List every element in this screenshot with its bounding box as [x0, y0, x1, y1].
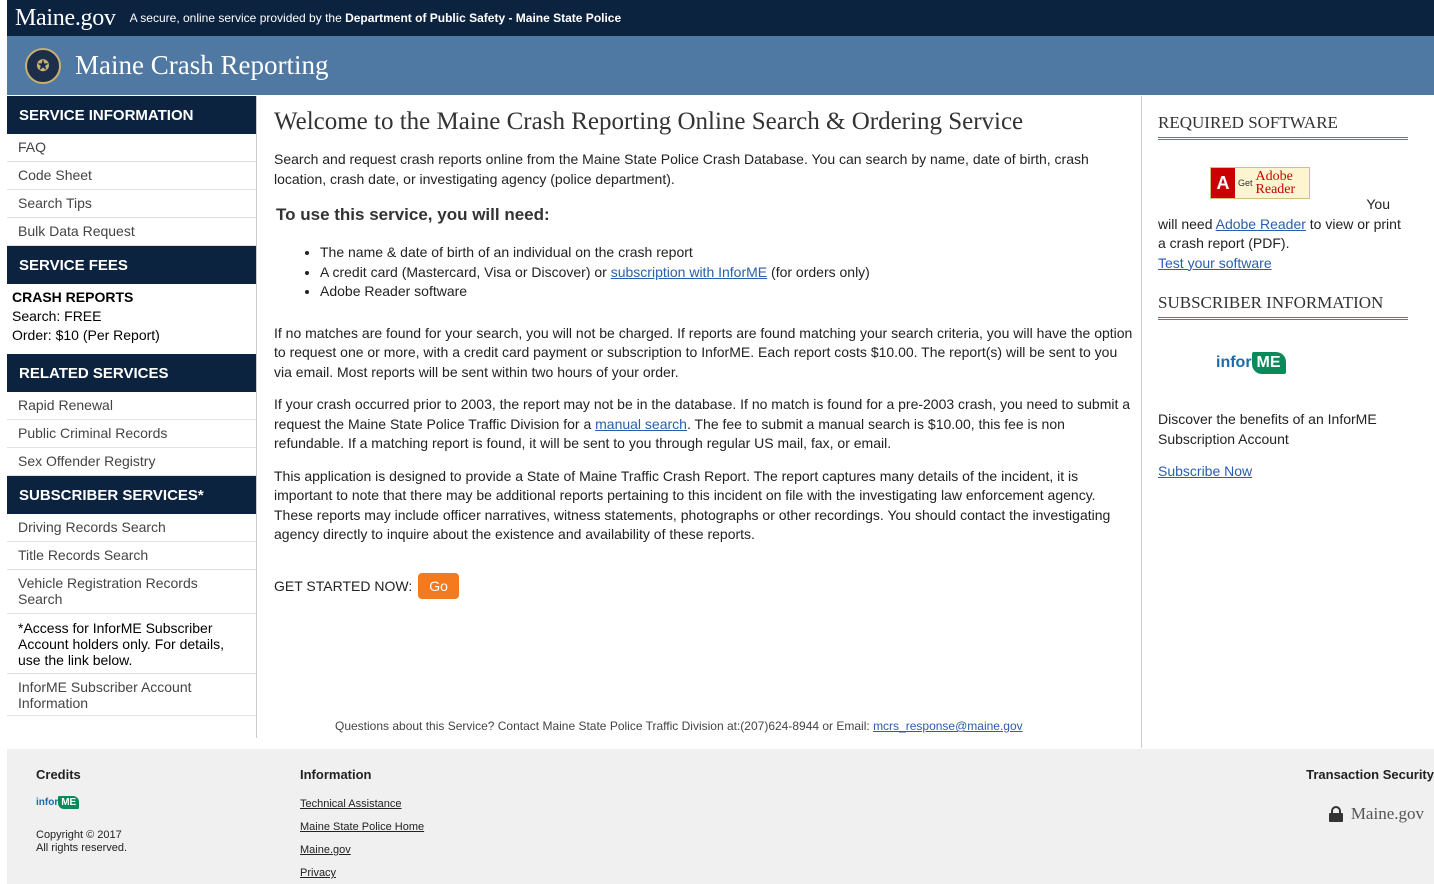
tagline-department: Department of Public Safety - Maine Stat… [345, 11, 622, 25]
requirements-list: The name & date of birth of an individua… [320, 243, 1134, 302]
service-fees-box: CRASH REPORTS Search: FREE Order: $10 (P… [7, 284, 256, 354]
left-sidebar: SERVICE INFORMATION FAQ Code Sheet Searc… [7, 96, 257, 738]
informe-logo[interactable]: infor ME [1216, 352, 1408, 374]
sidebar-item-sex-offender-registry[interactable]: Sex Offender Registry [7, 448, 256, 476]
page-footer: Credits infor ME Copyright © 2017 All rig… [7, 749, 1434, 884]
requirement-text: A credit card (Mastercard, Visa or Disco… [320, 263, 607, 280]
page-title: Welcome to the Maine Crash Reporting Onl… [274, 108, 1024, 135]
sidebar-item-code-sheet[interactable]: Code Sheet [7, 162, 256, 190]
footer-informe-me: ME [58, 796, 80, 809]
adobe-name-line2: Reader [1255, 182, 1296, 197]
adobe-requirement-text: You will need Adobe Reader to view or pr… [1158, 195, 1408, 273]
sidebar-item-vehicle-registration-records-search[interactable]: Vehicle Registration Records Search [7, 570, 256, 614]
intro-paragraph: Search and request crash reports online … [274, 151, 1089, 187]
copyright-line: Copyright © 2017 [36, 829, 122, 841]
sidebar-item-bulk-data-request[interactable]: Bulk Data Request [7, 218, 256, 246]
footer-link-maine-gov[interactable]: Maine.gov [300, 843, 424, 857]
informe-logo-inf: infor [1216, 354, 1252, 371]
sidebar-heading-service-fees: SERVICE FEES [7, 246, 256, 284]
state-police-seal-icon: ✪ [25, 47, 61, 84]
fees-label: CRASH REPORTS [12, 289, 134, 305]
adobe-logo-icon: A [1211, 168, 1235, 198]
top-bar: Maine.gov A secure, online service provi… [7, 0, 1434, 36]
footer-credits: Credits infor ME Copyright © 2017 All rig… [36, 767, 127, 855]
go-button[interactable]: Go [418, 572, 459, 599]
credits-heading: Credits [36, 767, 81, 782]
information-heading: Information [300, 767, 372, 782]
pre-2003-paragraph: If your crash occurred prior to 2003, th… [274, 395, 1134, 454]
sidebar-item-faq[interactable]: FAQ [7, 134, 256, 162]
adobe-reader-link[interactable]: Adobe Reader [1216, 216, 1306, 232]
get-started-row: GET STARTED NOW: Go [274, 572, 1134, 599]
security-badge[interactable]: Maine.gov [1306, 804, 1434, 824]
transaction-security-heading: Transaction Security [1306, 767, 1434, 782]
requirement-item: The name & date of birth of an individua… [320, 243, 1134, 263]
manual-search-link[interactable]: manual search [595, 416, 687, 432]
tagline-prefix: A secure, online service provided by the [129, 11, 342, 25]
footer-link-msp-home[interactable]: Maine State Police Home [300, 820, 424, 834]
footer-security: Transaction Security Maine.gov [1306, 767, 1434, 824]
rights-line: All rights reserved. [36, 842, 128, 854]
footer-link-privacy[interactable]: Privacy [300, 866, 424, 880]
test-software-link[interactable]: Test your software [1158, 255, 1272, 271]
sidebar-heading-related-services: RELATED SERVICES [7, 354, 256, 392]
footer-informe-logo[interactable]: infor ME [36, 796, 127, 809]
site-banner: ✪ Maine Crash Reporting [7, 36, 1434, 95]
right-column: REQUIRED SOFTWARE A Get Adobe Reader You … [1158, 96, 1408, 479]
discover-benefits-text: Discover the benefits of an InforME Subs… [1158, 411, 1377, 447]
adobe-get-text: Get [1238, 178, 1253, 188]
site-title[interactable]: Maine Crash Reporting [75, 50, 328, 81]
footer-link-technical-assistance[interactable]: Technical Assistance [300, 797, 424, 811]
copyright-text: Copyright © 2017 All rights reserved. [36, 829, 127, 855]
contact-text: Questions about this Service? Contact Ma… [335, 719, 870, 733]
lock-icon [1328, 806, 1343, 822]
sidebar-heading-subscriber-services: SUBSCRIBER SERVICES* [7, 476, 256, 514]
fees-order: Order: $10 (Per Report) [12, 327, 160, 343]
you-text: You [1366, 196, 1390, 212]
main-content: Welcome to the Maine Crash Reporting Onl… [274, 96, 1134, 599]
requirement-item: Adobe Reader software [320, 282, 1134, 302]
need-pre: will need [1158, 215, 1213, 232]
get-started-label: GET STARTED NOW: [274, 577, 413, 594]
contact-email-link[interactable]: mcrs_response@maine.gov [873, 719, 1023, 733]
requirement-item: A credit card (Mastercard, Visa or Disco… [320, 263, 1134, 283]
informe-logo-me: ME [1251, 352, 1286, 374]
sidebar-heading-service-information: SERVICE INFORMATION [7, 96, 256, 134]
subscriber-information-heading: SUBSCRIBER INFORMATION [1158, 293, 1408, 320]
disclaimer-paragraph: This application is designed to provide … [274, 467, 1111, 543]
column-divider [1141, 96, 1142, 748]
maine-gov-logo[interactable]: Maine.gov [15, 5, 116, 32]
sidebar-item-public-criminal-records[interactable]: Public Criminal Records [7, 420, 256, 448]
adobe-reader-badge[interactable]: A Get Adobe Reader [1210, 167, 1310, 199]
sidebar-item-driving-records-search[interactable]: Driving Records Search [7, 514, 256, 542]
requirements-heading: To use this service, you will need: [276, 205, 550, 224]
required-software-heading: REQUIRED SOFTWARE [1158, 113, 1408, 140]
subscribe-now-link[interactable]: Subscribe Now [1158, 463, 1408, 479]
top-tagline: A secure, online service provided by the… [130, 11, 622, 25]
sidebar-item-search-tips[interactable]: Search Tips [7, 190, 256, 218]
footer-information: Information Technical Assistance Maine S… [300, 767, 424, 880]
informe-subscription-link[interactable]: subscription with InforME [611, 264, 767, 280]
footer-informe-inf: infor [36, 797, 59, 808]
security-maine-gov-logo: Maine.gov [1350, 804, 1424, 823]
sidebar-item-rapid-renewal[interactable]: Rapid Renewal [7, 392, 256, 420]
fees-search: Search: FREE [12, 308, 102, 324]
subscriber-note: *Access for InforME Subscriber Account h… [7, 614, 256, 674]
adobe-reader-name: Adobe Reader [1255, 170, 1296, 197]
sidebar-item-informe-account-info[interactable]: InforME Subscriber Account Information [7, 674, 256, 716]
contact-line: Questions about this Service? Contact Ma… [335, 719, 1023, 733]
requirement-text: (for orders only) [771, 263, 870, 280]
charges-paragraph: If no matches are found for your search,… [274, 324, 1133, 380]
sidebar-item-title-records-search[interactable]: Title Records Search [7, 542, 256, 570]
